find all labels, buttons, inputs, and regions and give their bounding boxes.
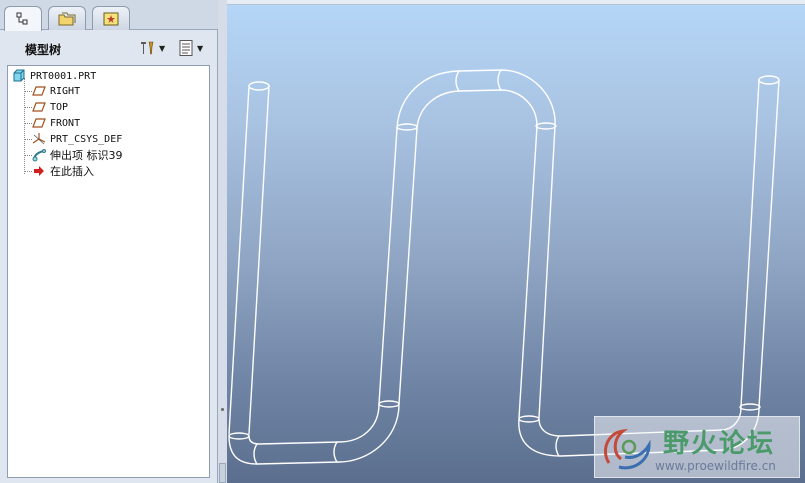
chevron-down-icon: ▼ [197, 43, 204, 53]
tube-joint [535, 122, 557, 130]
tube-edge [518, 125, 538, 419]
tube-edge [228, 85, 250, 435]
tree-item-csys[interactable]: PRT_CSYS_DEF [32, 131, 122, 147]
watermark-url: www.proewildfire.cn [655, 459, 776, 473]
graphics-viewport[interactable] [227, 0, 805, 483]
insert-here-arrow-icon [34, 166, 44, 176]
tube-edge [396, 69, 556, 129]
tube-joint [333, 441, 338, 463]
model-tree-title: 模型树 [25, 43, 62, 57]
tree-connector [24, 91, 32, 92]
chevron-down-icon: ▼ [159, 43, 166, 53]
part-icon [13, 69, 25, 82]
sash-handle[interactable] [219, 463, 226, 483]
tube-end [248, 81, 270, 91]
tab-model-tree[interactable] [4, 6, 42, 31]
tree-connector [24, 155, 32, 156]
tube-edge [416, 89, 538, 129]
favorites-icon [103, 12, 119, 25]
tree-root[interactable]: PRT0001.PRT [12, 68, 96, 84]
tree-connector [24, 78, 25, 174]
watermark-title: 野火论坛 [663, 429, 776, 459]
model-tree-header: 模型树 ▼ ▼ [0, 31, 218, 63]
tube-joint [253, 443, 258, 465]
tube-edge [758, 79, 780, 408]
tube-joint [739, 403, 761, 411]
tube-edge [740, 79, 760, 408]
viewport-top-border [227, 0, 805, 5]
watermark-logo-icon [604, 428, 651, 470]
csys-icon [32, 133, 46, 145]
model-tree-icon [16, 12, 28, 25]
list-icon [179, 40, 193, 56]
tree-connector [24, 171, 32, 172]
tab-favorites[interactable] [92, 6, 130, 30]
datum-plane-icon [32, 86, 46, 96]
pipe-model [228, 69, 780, 465]
navigator-tabs [0, 0, 218, 31]
tree-item-top[interactable]: TOP [32, 99, 68, 115]
folder-icon [58, 12, 76, 25]
tube-joint [518, 415, 540, 423]
navigator-panel: 模型树 ▼ ▼ PRT0001.PRT RIGHT TOP FRONT PRT_… [0, 0, 218, 483]
sash-grip [221, 408, 224, 411]
tube-joint [455, 70, 460, 92]
tube-edge [248, 85, 270, 435]
tube-edge [398, 127, 418, 405]
tree-item-insert-here[interactable]: 在此插入 [32, 163, 94, 179]
tree-root-label: PRT0001.PRT [30, 70, 97, 82]
tube-end [758, 75, 780, 85]
tube-joint [396, 123, 418, 131]
tree-item-protrusion[interactable]: 伸出项 标识39 [32, 147, 123, 163]
tube-joint [228, 432, 250, 440]
tree-connector [24, 139, 32, 140]
tube-edge [248, 403, 380, 445]
tree-connector [24, 107, 32, 108]
tab-folder-browser[interactable] [48, 6, 86, 30]
tube-joint [497, 69, 502, 91]
tube-joint [378, 400, 400, 408]
tools-icon [141, 41, 154, 55]
datum-plane-icon [32, 118, 46, 128]
tube-joint [555, 435, 560, 457]
sweep-protrusion-icon [32, 149, 46, 162]
tube-edge [538, 125, 556, 419]
tree-settings-button[interactable]: ▼ [138, 38, 165, 58]
tree-item-right[interactable]: RIGHT [32, 83, 80, 99]
datum-plane-icon [32, 102, 46, 112]
model-tree: PRT0001.PRT RIGHT TOP FRONT PRT_CSYS_DEF… [7, 65, 210, 478]
tree-show-button[interactable]: ▼ [178, 38, 203, 58]
watermark: 野火论坛 www.proewildfire.cn [594, 416, 800, 478]
tree-connector [24, 123, 32, 124]
tube-edge [378, 127, 398, 405]
tree-item-front[interactable]: FRONT [32, 115, 80, 131]
